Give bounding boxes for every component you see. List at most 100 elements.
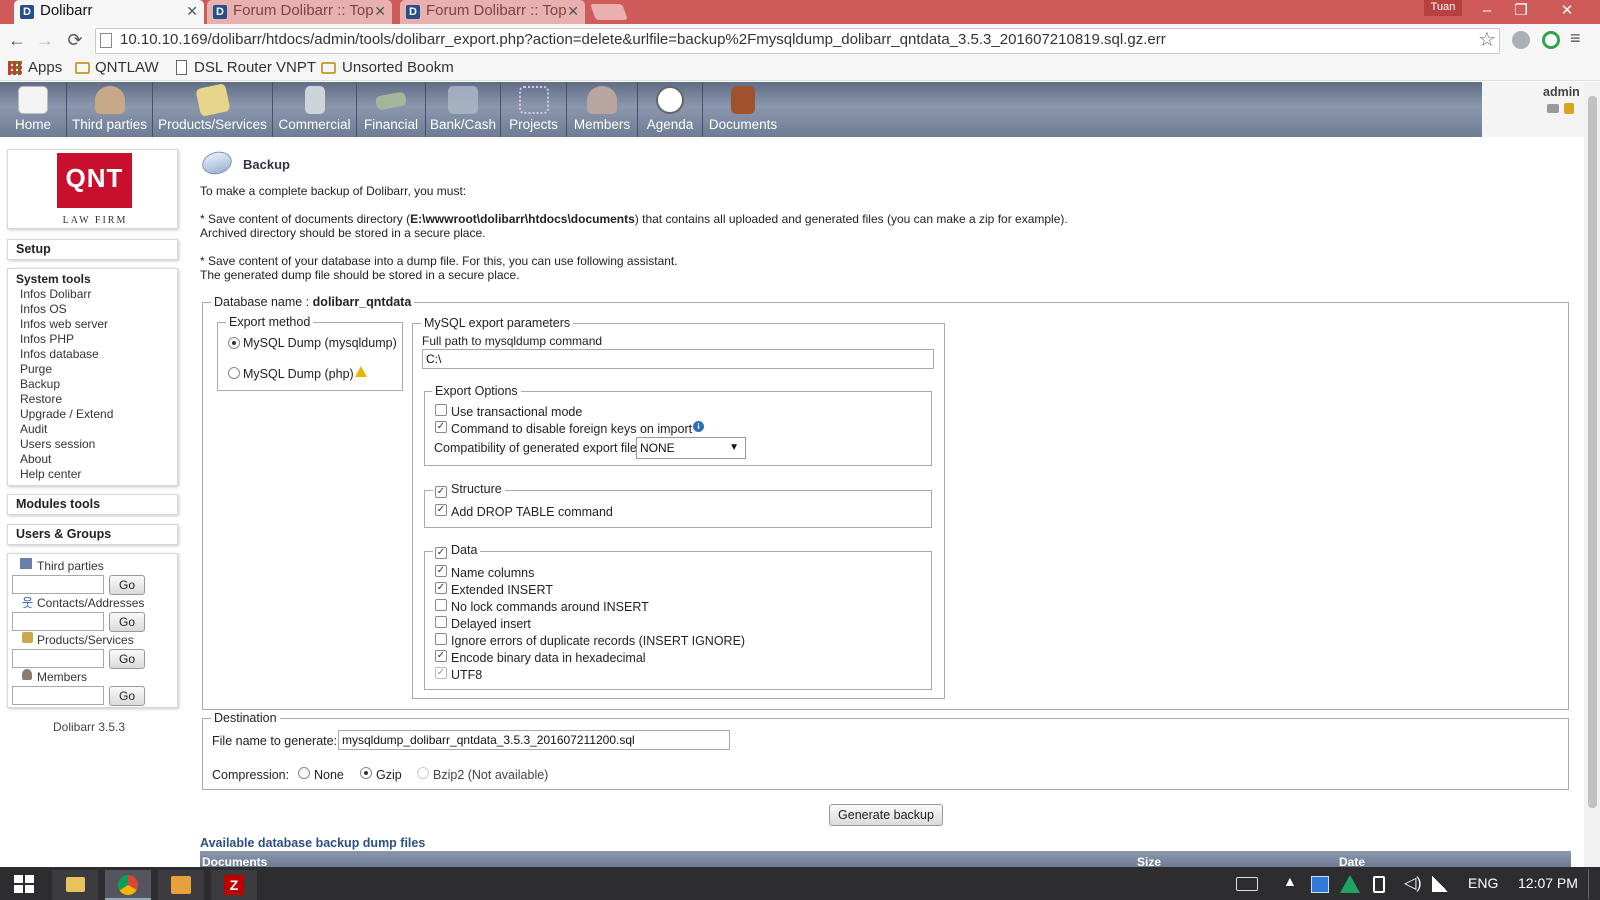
compression-none-radio[interactable] bbox=[298, 767, 310, 779]
info-icon[interactable]: i bbox=[693, 421, 704, 432]
bookmark-qntlaw[interactable]: QNTLAW bbox=[95, 59, 159, 76]
close-tab-icon[interactable]: ✕ bbox=[186, 0, 198, 22]
show-hidden-icons-icon[interactable]: ▲ bbox=[1283, 873, 1297, 889]
menu-third-parties[interactable]: Third parties bbox=[67, 82, 153, 137]
delayed-insert-checkbox[interactable] bbox=[435, 616, 447, 628]
menu-commercial[interactable]: Commercial bbox=[273, 82, 357, 137]
insert-ignore-label[interactable]: Ignore errors of duplicate records (INSE… bbox=[451, 634, 745, 648]
bookmark-star-icon[interactable]: ☆ bbox=[1478, 27, 1496, 52]
menu-members[interactable]: Members bbox=[567, 82, 638, 137]
battery-icon[interactable] bbox=[1373, 876, 1385, 893]
show-desktop-button[interactable] bbox=[1588, 869, 1589, 899]
compression-none-label[interactable]: None bbox=[314, 768, 344, 782]
sidebar-item-restore[interactable]: Restore bbox=[20, 392, 62, 406]
menu-home[interactable]: Home bbox=[0, 82, 67, 137]
search-products-go-button[interactable]: Go bbox=[109, 649, 145, 669]
menu-products-services[interactable]: Products/Services bbox=[153, 82, 273, 137]
minimize-window-icon[interactable]: – bbox=[1470, 0, 1504, 22]
sidebar-item-infos-php[interactable]: Infos PHP bbox=[20, 332, 74, 346]
search-contacts-go-button[interactable]: Go bbox=[109, 612, 145, 632]
file-explorer-taskbar-button[interactable] bbox=[52, 870, 98, 900]
sidebar-item-users-session[interactable]: Users session bbox=[20, 437, 95, 451]
mysqldump-label[interactable]: MySQL Dump (mysqldump) bbox=[243, 336, 397, 350]
hex-blob-checkbox[interactable]: ✓ bbox=[435, 650, 447, 662]
scrollbar-thumb[interactable] bbox=[1588, 96, 1597, 808]
browser-profile-chip[interactable]: Tuan bbox=[1424, 0, 1462, 16]
new-tab-button[interactable] bbox=[590, 4, 628, 20]
compatibility-select[interactable]: NONE ▼ bbox=[636, 437, 746, 459]
close-window-icon[interactable]: ✕ bbox=[1550, 0, 1584, 22]
user-login-link[interactable]: admin bbox=[1543, 85, 1580, 99]
page-info-icon[interactable] bbox=[100, 33, 112, 48]
back-arrow-icon[interactable]: ← bbox=[5, 28, 29, 52]
search-third-parties-input[interactable] bbox=[12, 575, 104, 594]
google-drive-icon[interactable] bbox=[1340, 875, 1360, 893]
extension-icon[interactable] bbox=[1512, 31, 1530, 49]
column-date[interactable]: Date bbox=[1339, 855, 1365, 867]
search-members-input[interactable] bbox=[12, 686, 104, 705]
sidebar-item-help-center[interactable]: Help center bbox=[20, 467, 81, 481]
print-icon[interactable] bbox=[1547, 104, 1559, 113]
drop-table-label[interactable]: Add DROP TABLE command bbox=[451, 505, 613, 519]
compression-gzip-radio[interactable] bbox=[360, 767, 372, 779]
reload-icon[interactable]: ⟳ bbox=[63, 28, 87, 52]
sidebar-item-infos-os[interactable]: Infos OS bbox=[20, 302, 67, 316]
sidebar-item-upgrade[interactable]: Upgrade / Extend bbox=[20, 407, 113, 421]
bookmark-dsl-router[interactable]: DSL Router VNPT bbox=[194, 59, 316, 76]
data-checkbox[interactable]: ✓ bbox=[435, 547, 447, 559]
network-signal-icon[interactable] bbox=[1432, 876, 1448, 892]
search-third-parties-go-button[interactable]: Go bbox=[109, 575, 145, 595]
column-size[interactable]: Size bbox=[1137, 855, 1161, 867]
transactional-mode-checkbox[interactable] bbox=[435, 404, 447, 416]
maximize-window-icon[interactable]: ❐ bbox=[1504, 0, 1538, 22]
forward-arrow-icon[interactable]: → bbox=[33, 28, 57, 52]
menu-bank-cash[interactable]: Bank/Cash bbox=[426, 82, 501, 137]
menu-projects[interactable]: Projects bbox=[501, 82, 567, 137]
close-tab-icon[interactable]: ✕ bbox=[567, 0, 579, 22]
close-tab-icon[interactable]: ✕ bbox=[374, 0, 386, 22]
extended-insert-label[interactable]: Extended INSERT bbox=[451, 583, 553, 597]
bookmark-apps[interactable]: Apps bbox=[28, 59, 62, 76]
drop-table-checkbox[interactable]: ✓ bbox=[435, 504, 447, 516]
sidebar-item-infos-web-server[interactable]: Infos web server bbox=[20, 317, 108, 331]
browser-tab-dolibarr[interactable]: D Dolibarr ✕ bbox=[14, 0, 204, 24]
menu-financial[interactable]: Financial bbox=[357, 82, 426, 137]
outlook-taskbar-button[interactable] bbox=[158, 870, 204, 900]
hex-blob-label[interactable]: Encode binary data in hexadecimal bbox=[451, 651, 646, 665]
sidebar-item-infos-dolibarr[interactable]: Infos Dolibarr bbox=[20, 287, 91, 301]
bookmark-unsorted[interactable]: Unsorted Bookm bbox=[342, 59, 458, 76]
no-lock-checkbox[interactable] bbox=[435, 599, 447, 611]
language-indicator[interactable]: ENG bbox=[1468, 875, 1498, 891]
sidebar-item-purge[interactable]: Purge bbox=[20, 362, 52, 376]
sidebar-item-backup[interactable]: Backup bbox=[20, 377, 60, 391]
windows-start-icon[interactable] bbox=[14, 875, 34, 893]
transactional-mode-label[interactable]: Use transactional mode bbox=[451, 405, 582, 419]
php-dump-radio[interactable] bbox=[228, 367, 240, 379]
structure-checkbox[interactable]: ✓ bbox=[435, 486, 447, 498]
compression-gzip-label[interactable]: Gzip bbox=[376, 768, 402, 782]
keyboard-icon[interactable] bbox=[1236, 877, 1258, 891]
sidebar-item-infos-database[interactable]: Infos database bbox=[20, 347, 99, 361]
mysqldump-path-input[interactable]: C:\ bbox=[422, 349, 934, 369]
browser-tab-forum-2[interactable]: D Forum Dolibarr :: Top ✕ bbox=[400, 0, 585, 24]
sidebar-item-audit[interactable]: Audit bbox=[20, 422, 47, 436]
column-documents[interactable]: Documents bbox=[202, 855, 267, 867]
insert-ignore-checkbox[interactable] bbox=[435, 633, 447, 645]
browser-tab-forum-1[interactable]: D Forum Dolibarr :: Top ✕ bbox=[207, 0, 392, 24]
name-columns-checkbox[interactable]: ✓ bbox=[435, 565, 447, 577]
filezilla-taskbar-button[interactable]: Z bbox=[211, 870, 257, 900]
logout-lock-icon[interactable] bbox=[1564, 103, 1574, 114]
delayed-insert-label[interactable]: Delayed insert bbox=[451, 617, 531, 631]
browser-menu-icon[interactable]: ≡ bbox=[1570, 28, 1581, 49]
php-dump-label[interactable]: MySQL Dump (php) bbox=[243, 367, 354, 381]
no-lock-label[interactable]: No lock commands around INSERT bbox=[451, 600, 649, 614]
volume-icon[interactable]: ◁) bbox=[1404, 873, 1422, 893]
chrome-taskbar-button[interactable] bbox=[105, 870, 151, 900]
sidebar-item-about[interactable]: About bbox=[20, 452, 51, 466]
menu-documents[interactable]: Documents bbox=[703, 82, 783, 137]
tray-app-icon[interactable] bbox=[1311, 876, 1329, 893]
extended-insert-checkbox[interactable]: ✓ bbox=[435, 582, 447, 594]
taskbar-clock[interactable]: 12:07 PM bbox=[1518, 875, 1578, 891]
extension-green-icon[interactable] bbox=[1542, 31, 1560, 49]
generate-backup-button[interactable]: Generate backup bbox=[829, 804, 943, 826]
